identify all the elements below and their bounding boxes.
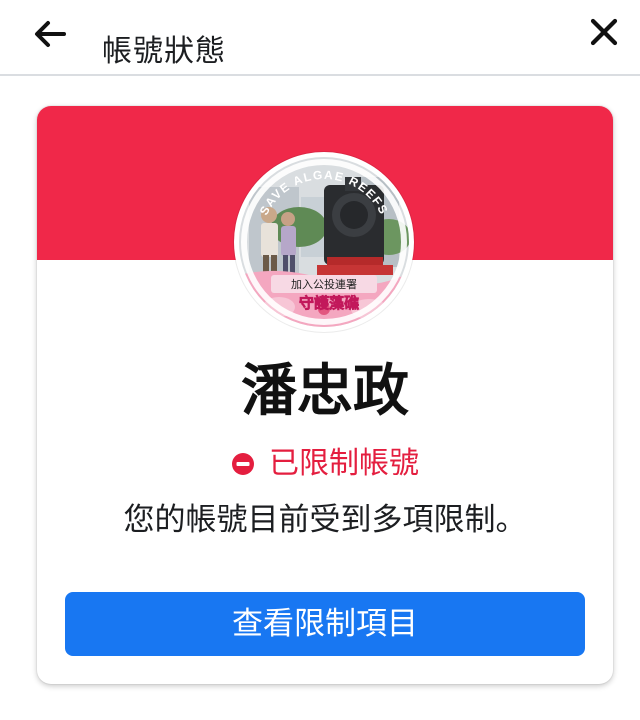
avatar-badge-line1: 加入公投連署: [291, 277, 357, 291]
avatar-photo: SAVE ALGAE REEFS 加入公投連署 守護藻礁: [239, 157, 409, 327]
account-status: 已限制帳號: [37, 444, 613, 484]
user-name: 潘忠政: [241, 359, 409, 424]
top-navigation-bar: 帳號狀態: [0, 0, 640, 76]
arrow-left-icon: [35, 21, 66, 47]
page-title: 帳號狀態: [102, 34, 226, 70]
back-button[interactable]: [30, 14, 70, 54]
status-description: 您的帳號目前受到多項限制。: [123, 502, 527, 538]
view-restrictions-button[interactable]: 查看限制項目: [65, 592, 585, 656]
close-button[interactable]: [584, 12, 624, 52]
account-status-card: SAVE ALGAE REEFS 加入公投連署 守護藻礁 潘忠政 已限制帳號 您…: [37, 106, 613, 684]
avatar-badge-line2: 守護藻礁: [299, 294, 359, 312]
restricted-icon: [232, 453, 254, 475]
avatar-image: SAVE ALGAE REEFS 加入公投連署 守護藻礁: [239, 157, 409, 327]
close-icon: [590, 18, 618, 46]
status-label: 已限制帳號: [269, 446, 419, 481]
profile-avatar[interactable]: SAVE ALGAE REEFS 加入公投連署 守護藻礁: [234, 152, 414, 332]
